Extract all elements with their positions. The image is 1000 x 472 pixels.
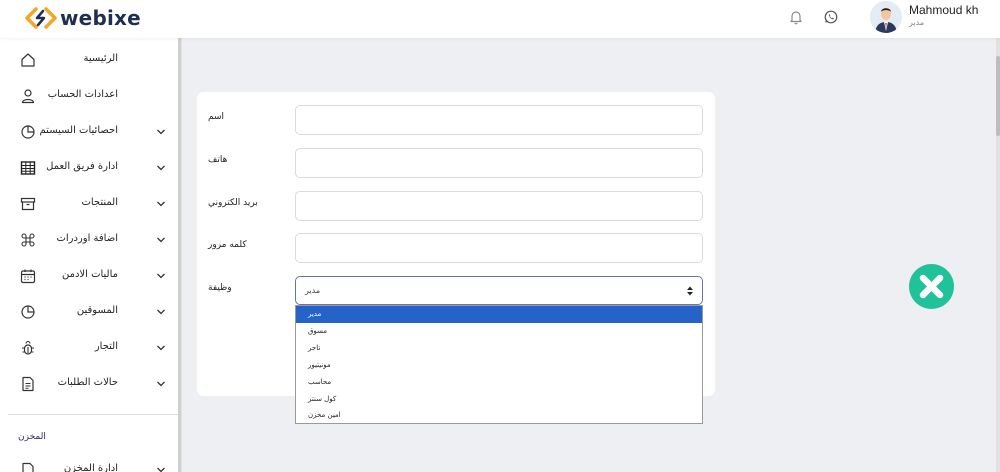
user-avatar-icon — [870, 1, 902, 33]
user-name[interactable]: Mahmoud kh — [909, 3, 978, 17]
chevron-down-icon — [157, 345, 165, 351]
bell-icon[interactable] — [788, 9, 804, 25]
page-scrollbar-thumb[interactable] — [996, 56, 1000, 136]
job-dropdown-list: مدير مسوق تاجر مونيتيور محاسب كول سنتر ا… — [295, 305, 703, 424]
logo-icon — [25, 7, 57, 29]
phone-field[interactable] — [295, 148, 703, 178]
sidebar-item-order-status[interactable]: حالات الطلبات — [0, 366, 180, 402]
sidebar-item-home[interactable]: الرئيسية — [0, 42, 180, 78]
chevron-down-icon — [157, 309, 165, 315]
user-icon — [21, 89, 35, 104]
sidebar-item-label: المنتجات — [81, 197, 118, 208]
top-bar: webixe Mahmoud kh مدير — [0, 0, 1000, 38]
sidebar: الرئيسية اعدادات الحساب احصائيات السيستم… — [0, 38, 182, 472]
user-role: مدير — [909, 18, 925, 27]
sidebar-item-warehouse-management[interactable]: ادارة المخزن — [0, 452, 180, 472]
close-button[interactable] — [909, 264, 954, 309]
sidebar-item-label: التجار — [94, 341, 118, 352]
document-icon — [22, 376, 34, 392]
command-icon — [21, 233, 35, 247]
sidebar-item-label: اضافة اوردرات — [56, 233, 118, 244]
select-arrows-icon — [687, 286, 693, 296]
sidebar-item-marketers[interactable]: المسوقين — [0, 294, 180, 330]
password-field[interactable] — [295, 233, 703, 263]
sidebar-scrollbar[interactable] — [178, 38, 181, 472]
job-option-call-center[interactable]: كول سنتر — [296, 391, 702, 408]
job-select-value: مدير — [305, 286, 321, 295]
sidebar-item-system-stats[interactable]: احصائيات السيستم — [0, 114, 180, 150]
sidebar-item-admin-finance[interactable]: ماليات الادمن — [0, 258, 180, 294]
sidebar-item-label: احصائيات السيستم — [39, 125, 118, 136]
document-icon — [22, 462, 34, 472]
chevron-down-icon — [157, 165, 165, 171]
sidebar-item-add-orders[interactable]: اضافة اوردرات — [0, 222, 180, 258]
sidebar-item-label: ماليات الادمن — [61, 269, 118, 280]
password-label: كلمه مرور — [208, 240, 247, 250]
sidebar-item-merchants[interactable]: التجار — [0, 330, 180, 366]
job-option-manager[interactable]: مدير — [296, 306, 702, 323]
sidebar-item-team[interactable]: ادارة فريق العمل — [0, 150, 180, 186]
chevron-down-icon — [157, 273, 165, 279]
chevron-down-icon — [157, 129, 165, 135]
sidebar-item-label: حالات الطلبات — [57, 377, 118, 388]
job-label: وظيفة — [208, 283, 232, 293]
sidebar-item-label: المسوقين — [76, 305, 118, 316]
email-label: بريد الكتروني — [208, 198, 258, 208]
pie-chart-icon — [21, 125, 35, 139]
close-icon — [919, 274, 944, 299]
chevron-down-icon — [157, 201, 165, 207]
job-option-marketer[interactable]: مسوق — [296, 323, 702, 340]
job-option-merchant[interactable]: تاجر — [296, 340, 702, 357]
sidebar-item-account-settings[interactable]: اعدادات الحساب — [0, 78, 180, 114]
name-field[interactable] — [295, 105, 703, 135]
sidebar-section-label: المخزن — [18, 432, 46, 442]
job-option-storekeeper[interactable]: امين مخزن — [296, 407, 702, 424]
home-icon — [21, 53, 35, 67]
phone-label: هاتف — [208, 155, 228, 165]
job-option-accountant[interactable]: محاسب — [296, 374, 702, 391]
job-option-monitor[interactable]: مونيتيور — [296, 357, 702, 374]
sidebar-item-label: الرئيسية — [83, 53, 118, 64]
sidebar-item-label: ادارة فريق العمل — [46, 161, 118, 172]
table-icon — [20, 161, 36, 175]
avatar[interactable] — [870, 1, 902, 33]
sidebar-item-label: ادارة المخزن — [63, 463, 118, 472]
sidebar-divider — [8, 414, 178, 415]
sidebar-item-label: اعدادات الحساب — [47, 89, 118, 100]
bug-icon — [22, 340, 34, 355]
email-field[interactable] — [295, 191, 703, 221]
chevron-down-icon — [157, 237, 165, 243]
chevron-down-icon — [157, 381, 165, 387]
whatsapp-icon[interactable] — [823, 9, 839, 25]
logo[interactable]: webixe — [24, 6, 141, 30]
archive-icon — [20, 197, 36, 211]
sidebar-item-products[interactable]: المنتجات — [0, 186, 180, 222]
brand-name: webixe — [60, 6, 141, 30]
name-label: اسم — [208, 112, 225, 122]
job-select[interactable]: مدير — [295, 276, 703, 305]
pie-chart-icon — [21, 305, 35, 319]
calendar-icon — [20, 269, 36, 284]
chevron-down-icon — [157, 467, 165, 472]
